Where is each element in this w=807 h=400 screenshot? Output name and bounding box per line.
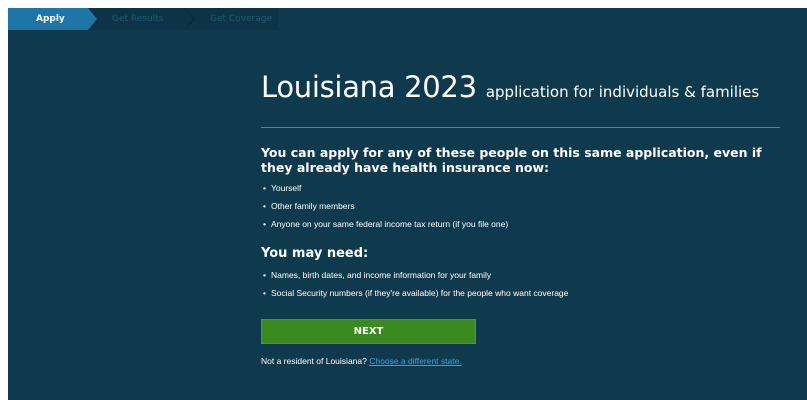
application-intro: Louisiana 2023 application for individua… xyxy=(261,70,781,366)
divider xyxy=(261,127,780,128)
progress-step-get-results: Get Results xyxy=(88,8,195,30)
page-title: Louisiana 2023 application for individua… xyxy=(261,70,781,110)
progress-step-get-coverage: Get Coverage xyxy=(184,8,278,30)
progress-step-label: Get Results xyxy=(112,14,164,24)
apply-for-list: Yourself Other family members Anyone on … xyxy=(261,182,508,236)
may-need-heading: You may need: xyxy=(261,246,369,261)
page-title-state-year: Louisiana 2023 xyxy=(261,70,477,104)
list-item: Social Security numbers (if they're avai… xyxy=(261,287,568,305)
page: Apply Get Results Get Coverage Louisiana… xyxy=(0,0,807,400)
progress-step-label: Apply xyxy=(36,14,65,24)
apply-for-heading: You can apply for any of these people on… xyxy=(261,145,762,175)
may-need-list: Names, birth dates, and income informati… xyxy=(261,269,568,305)
list-item: Other family members xyxy=(261,200,508,218)
resident-prefix: Not a resident of Louisiana? xyxy=(261,356,367,366)
progress-bar: Apply Get Results Get Coverage xyxy=(8,8,278,30)
list-item: Anyone on your same federal income tax r… xyxy=(261,218,508,236)
choose-different-state-link[interactable]: Choose a different state. xyxy=(369,356,461,366)
resident-note: Not a resident of Louisiana? Choose a di… xyxy=(261,356,462,366)
next-button[interactable]: NEXT xyxy=(261,319,476,344)
page-subtitle: application for individuals & families xyxy=(485,83,760,101)
progress-step-apply: Apply xyxy=(8,8,97,30)
list-item: Names, birth dates, and income informati… xyxy=(261,269,568,287)
progress-step-label: Get Coverage xyxy=(210,14,273,24)
list-item: Yourself xyxy=(261,182,508,200)
